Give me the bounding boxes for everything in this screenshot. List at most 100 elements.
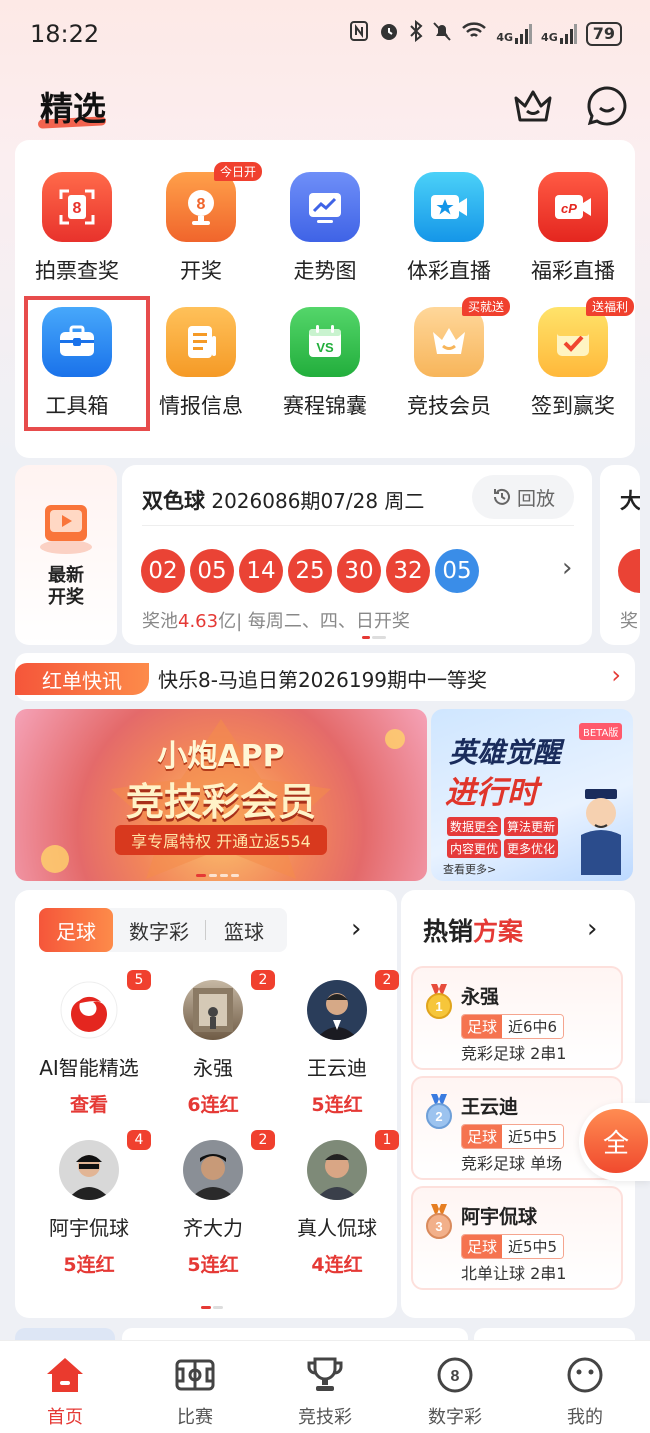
welfare-live-icon: cP — [538, 172, 608, 242]
see-more-link[interactable]: 查看更多> — [443, 861, 496, 877]
plan-sport: 足球 — [462, 1235, 503, 1258]
hot-plans-panel: 热销方案 › 1 永强 足球 近6中6 竞彩足球 2串1 2 王云迪 足球 近5中5… — [401, 890, 635, 1318]
svg-text:cP: cP — [561, 201, 577, 216]
plan-description: 北单让球 2串1 — [461, 1264, 567, 1283]
pool-unit: 亿 — [218, 611, 237, 632]
expert-wangyundi[interactable]: 2 王云迪 5连红 — [275, 970, 399, 1120]
nfc-icon — [349, 20, 369, 47]
red-ball: 32 — [386, 549, 430, 593]
pool-label: 奖池 — [142, 611, 178, 632]
grid-item-lottery-results[interactable]: 8 今日开 开奖 — [139, 140, 263, 283]
number-ball-icon: 8 — [437, 1357, 473, 1393]
grid-label: 签到赢奖 — [531, 394, 615, 418]
tab-digital-lottery[interactable]: 数字彩 — [113, 908, 205, 952]
nav-label: 我的 — [567, 1407, 603, 1428]
plan-tag: 足球 近6中6 — [461, 1014, 565, 1039]
expert-zhenren[interactable]: 1 真人侃球 4连红 — [275, 1130, 399, 1280]
hot-plan-item[interactable]: 3 阿宇侃球 足球 近5中5 北单让球 2串1 — [411, 1186, 623, 1290]
banner-right-subtitle: 进行时 — [445, 775, 538, 811]
banner-right-tags: 数据更全 算法更新 内容更优 更多优化 — [447, 817, 575, 858]
page-header: 精选 — [0, 76, 650, 136]
plan-record: 近6中6 — [502, 1015, 564, 1038]
red-ball: 30 — [337, 549, 381, 593]
draw-result-card[interactable]: 双色球 2026086期07/28 周二 回放 02 05 14 25 30 3… — [122, 465, 592, 645]
smiley-icon — [567, 1357, 603, 1393]
expert-streak: 4连红 — [311, 1254, 363, 1276]
message-button[interactable] — [585, 84, 629, 128]
nav-digital-lottery[interactable]: 8 数字彩 — [390, 1341, 520, 1433]
expert-qidali[interactable]: 2 齐大力 5连红 — [151, 1130, 275, 1280]
draw-name: 双色球 — [142, 489, 205, 513]
expert-ayu[interactable]: 4 阿宇侃球 5连红 — [27, 1130, 151, 1280]
membership-banner[interactable]: 小炮APP 竞技彩会员 享专属特权 开通立返554 — [15, 709, 427, 881]
nav-matches[interactable]: 比赛 — [130, 1341, 260, 1433]
pool-label-peek: 奖 — [620, 611, 638, 632]
status-bar: 18:22 4G 4G 79 — [0, 0, 650, 68]
grid-item-check-in[interactable]: 送福利 签到赢奖 — [511, 275, 635, 418]
nav-label: 竞技彩 — [298, 1407, 352, 1428]
nav-home[interactable]: 首页 — [0, 1341, 130, 1433]
vip-crown-button[interactable] — [511, 84, 555, 128]
svg-text:8: 8 — [451, 1368, 460, 1385]
grid-label: 情报信息 — [159, 394, 243, 418]
home-icon — [47, 1358, 83, 1392]
expert-streak: 6连红 — [187, 1094, 239, 1116]
hero-awakening-banner[interactable]: BETA版 英雄觉醒 进行时 数据更全 算法更新 内容更优 更多优化 查看更多> — [431, 709, 633, 881]
tab-football[interactable]: 足球 — [39, 908, 113, 952]
page-title: 精选 — [40, 89, 106, 128]
latest-draw-shortcut[interactable]: 最新 开奖 — [15, 465, 117, 645]
trophy-icon: 8 — [166, 172, 236, 242]
grid-item-trend-chart[interactable]: 走势图 — [263, 140, 387, 283]
red-news-ticker[interactable]: 红单快讯 快乐8-马追日第2026199期中一等奖 › — [15, 653, 635, 701]
hot-plan-item[interactable]: 1 永强 足球 近6中6 竞彩足球 2串1 — [411, 966, 623, 1070]
nav-label: 比赛 — [177, 1407, 213, 1428]
grid-item-ticket-scan[interactable]: 8 拍票查奖 — [15, 140, 139, 283]
plan-expert-name: 永强 — [461, 986, 500, 1008]
bluetooth-icon — [409, 19, 423, 47]
floating-all-button[interactable]: 全 — [579, 1103, 650, 1181]
grid-item-welfare-live[interactable]: cP 福彩直播 — [511, 140, 635, 283]
plan-record: 近5中5 — [502, 1125, 564, 1148]
expert-streak: 5连红 — [311, 1094, 363, 1116]
replay-button[interactable]: 回放 — [472, 475, 574, 519]
draw-name-peek: 大 — [620, 489, 640, 513]
chevron-right-icon[interactable]: › — [587, 914, 597, 944]
cartoon-character-illustration — [581, 789, 621, 875]
draw-result-card-next[interactable]: 大 奖 — [600, 465, 640, 645]
tab-basketball[interactable]: 篮球 — [206, 908, 282, 952]
grid-badge: 今日开 — [214, 162, 263, 181]
expert-name: 真人侃球 — [297, 1216, 377, 1240]
nav-profile[interactable]: 我的 — [520, 1341, 650, 1433]
chevron-right-icon[interactable]: › — [562, 553, 572, 583]
expert-name: 齐大力 — [183, 1216, 243, 1240]
hot-title-a: 热销 — [423, 917, 474, 946]
plan-tag: 足球 近5中5 — [461, 1234, 565, 1259]
feature-tag: 更多优化 — [504, 839, 559, 858]
grid-item-schedule[interactable]: VS 赛程锦囊 — [263, 275, 387, 418]
replay-label: 回放 — [516, 487, 555, 510]
expert-streak: 查看 — [69, 1094, 108, 1116]
grid-badge: 送福利 — [586, 297, 635, 316]
svg-text:VS: VS — [316, 340, 334, 355]
crown-icon — [414, 307, 484, 377]
grid-item-sports-live[interactable]: 体彩直播 — [387, 140, 511, 283]
expert-ai-picks[interactable]: 5 AI智能精选 查看 — [27, 970, 151, 1120]
expert-name: 王云迪 — [307, 1056, 367, 1080]
next-section-peek — [0, 1322, 650, 1344]
divider — [142, 525, 574, 526]
red-ball: 05 — [190, 549, 234, 593]
bronze-medal-icon: 3 — [426, 1204, 452, 1239]
banner-vip-text: 竞技彩会员 — [125, 780, 316, 824]
banner-app-text: 小炮APP — [157, 739, 285, 774]
banner-right-title: 英雄觉醒 — [449, 736, 562, 769]
nav-sports-lottery[interactable]: 竞技彩 — [260, 1341, 390, 1433]
signal-icon-2: 4G — [541, 23, 577, 44]
grid-item-intel-info[interactable]: 情报信息 — [139, 275, 263, 418]
latest-label-line1: 最新 — [48, 565, 84, 586]
draw-title: 双色球 2026086期07/28 周二 — [142, 485, 424, 515]
document-icon — [166, 307, 236, 377]
plan-sport: 足球 — [462, 1015, 503, 1038]
expert-yongqiang[interactable]: 2 永强 6连红 — [151, 970, 275, 1120]
chevron-right-icon[interactable]: › — [351, 914, 361, 944]
grid-item-sports-membership[interactable]: 买就送 竞技会员 — [387, 275, 511, 418]
